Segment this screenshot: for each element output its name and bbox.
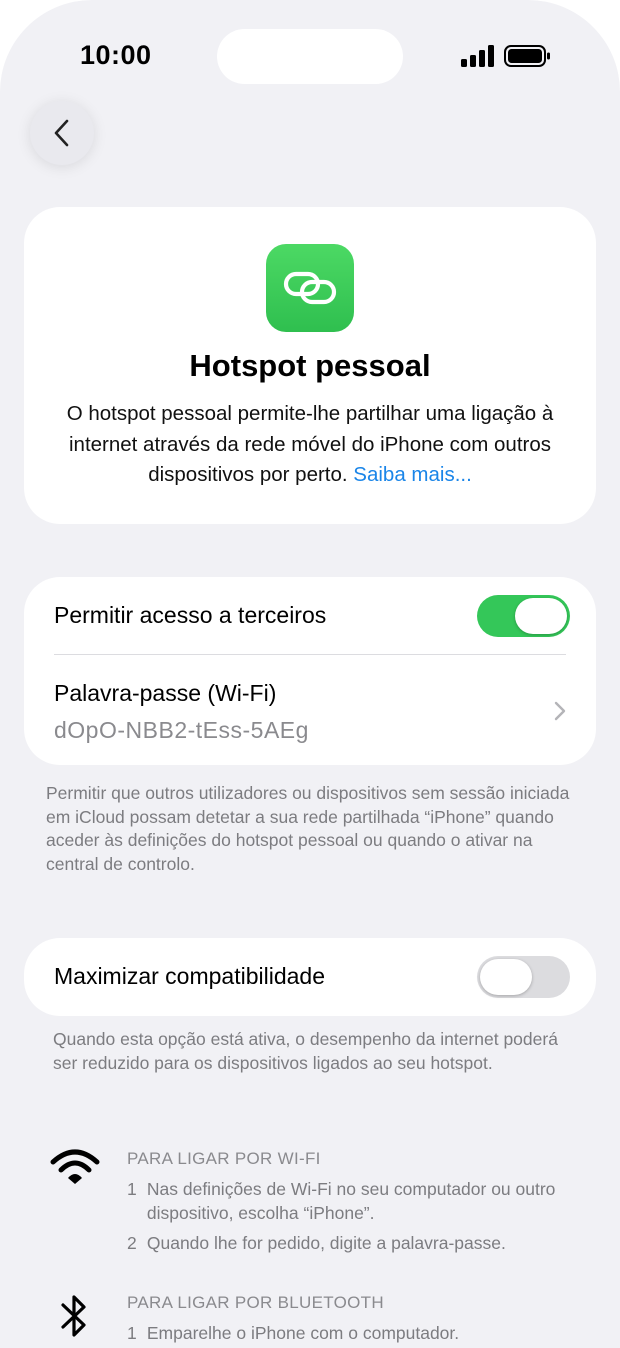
hotspot-app-icon	[266, 244, 354, 332]
chevron-left-icon	[54, 119, 69, 147]
phone-screen: 10:00 Hotspot pessoal O hotspot pessoal …	[0, 0, 620, 1348]
page-title: Hotspot pessoal	[189, 348, 431, 383]
status-time: 10:00	[80, 40, 152, 70]
bluetooth-section-title: PARA LIGAR POR BLUETOOTH	[127, 1293, 384, 1312]
step-text: Nas definições de Wi-Fi no seu computado…	[146, 1179, 556, 1223]
dynamic-island	[217, 29, 403, 84]
compatibility-group: Maximizar compatibilidade	[24, 938, 596, 1016]
allow-access-label: Permitir acesso a terceiros	[54, 602, 327, 628]
step-number: 1	[127, 1323, 137, 1343]
bluetooth-icon	[61, 1295, 86, 1337]
wifi-icon	[50, 1149, 100, 1184]
hotspot-link-icon	[283, 271, 337, 305]
hero-description: O hotspot pessoal permite-lhe partilhar …	[44, 399, 576, 491]
hotspot-info-card: Hotspot pessoal O hotspot pessoal permit…	[24, 207, 596, 524]
wifi-password-label: Palavra-passe (Wi-Fi)	[54, 680, 277, 706]
access-footnote: Permitir que outros utilizadores ou disp…	[46, 783, 570, 874]
wifi-step: 1 Nas definições de Wi-Fi no seu computa…	[127, 1177, 587, 1225]
chevron-right-icon[interactable]	[553, 700, 567, 722]
row-divider	[54, 654, 566, 655]
step-number: 2	[127, 1233, 137, 1253]
access-settings-group: Permitir acesso a terceiros Palavra-pass…	[24, 577, 596, 765]
maximize-compatibility-toggle[interactable]	[477, 956, 570, 998]
battery-icon	[504, 45, 550, 67]
bluetooth-step: 1 Emparelhe o iPhone com o computador.	[127, 1321, 587, 1345]
toggle-knob	[515, 598, 567, 634]
learn-more-link[interactable]: Saiba mais...	[353, 463, 472, 486]
cellular-signal-icon	[461, 45, 494, 67]
maximize-compatibility-label: Maximizar compatibilidade	[54, 963, 325, 989]
compatibility-footnote: Quando esta opção está ativa, o desempen…	[53, 1029, 558, 1073]
step-number: 1	[127, 1179, 137, 1199]
wifi-password-value: dOpO-NBB2-tEss-5AEg	[54, 717, 309, 743]
back-button[interactable]	[30, 101, 94, 165]
step-text: Quando lhe for pedido, digite a palavra-…	[146, 1233, 506, 1253]
allow-access-toggle[interactable]	[477, 595, 570, 637]
step-text: Emparelhe o iPhone com o computador.	[146, 1323, 460, 1343]
wifi-step: 2 Quando lhe for pedido, digite a palavr…	[127, 1231, 587, 1255]
wifi-section-title: PARA LIGAR POR WI-FI	[127, 1149, 321, 1168]
hero-description-text: O hotspot pessoal permite-lhe partilhar …	[66, 402, 554, 486]
toggle-knob	[480, 959, 532, 995]
